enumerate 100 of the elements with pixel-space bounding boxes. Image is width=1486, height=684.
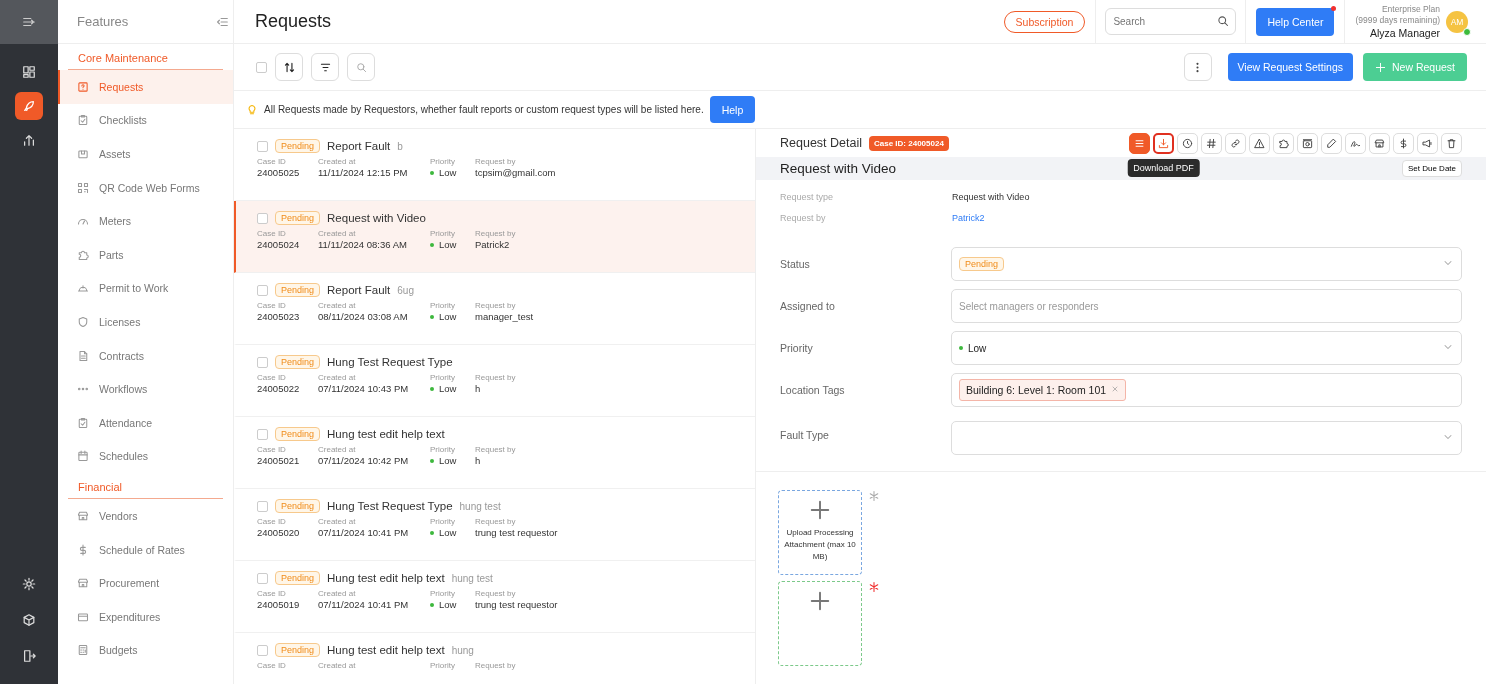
request-subtitle: hung test	[459, 500, 501, 512]
priority-value: Low	[439, 383, 457, 394]
created-date: 11/11/2024 12:15 PM	[318, 167, 409, 178]
help-button[interactable]: Help	[709, 96, 756, 123]
status-badge: Pending	[275, 283, 321, 297]
sidebar-item[interactable]: Procurement	[58, 566, 233, 600]
request-row[interactable]: Pending Hung test edit help text Case ID Created at Priority Request by 24005021 07/11/2024 10:42 PM Low h	[234, 417, 755, 489]
requester: h	[475, 455, 482, 466]
form-label: Assigned to	[780, 300, 836, 312]
request-row[interactable]: Pending Request with Video Case ID Created at Priority Request by 24005024 11/11/2024 08:36 AM Low Patrick2	[234, 201, 755, 273]
field-label: Case ID	[257, 445, 287, 454]
info-label: Request by	[780, 213, 827, 223]
case-id: 24005019	[257, 599, 301, 610]
sidebar-item[interactable]: QR Code Web Forms	[58, 170, 233, 205]
help-center-button[interactable]: Help Center	[1256, 7, 1335, 36]
field-label: Priority	[430, 589, 456, 598]
field-label: Priority	[430, 229, 456, 238]
field-label: Case ID	[257, 229, 287, 238]
form-label: Priority	[780, 342, 814, 354]
case-id: 24005021	[257, 455, 301, 466]
status-badge: Pending	[275, 571, 321, 585]
input-field[interactable]: Select managers or responders	[951, 289, 1462, 323]
status-badge: Pending	[275, 499, 321, 513]
created-date: 07/11/2024 10:41 PM	[318, 527, 410, 538]
sidebar-item[interactable]: Workflows	[58, 372, 233, 406]
requester: trung test requestor	[475, 599, 559, 610]
field-label: Request by	[475, 661, 517, 670]
sidebar-item[interactable]: Meters	[58, 204, 233, 238]
search-field[interactable]: Search	[1105, 8, 1237, 35]
created-date: 07/11/2024 10:43 PM	[318, 383, 410, 394]
field-label: Request by	[475, 157, 517, 166]
input-field[interactable]: Building 6: Level 1: Room 101	[951, 373, 1462, 407]
sidebar-item[interactable]: Checklists	[58, 103, 233, 138]
field-label: Request by	[475, 373, 517, 382]
requester: manager_test	[475, 311, 535, 322]
requester-link[interactable]: Patrick2	[952, 213, 985, 223]
request-row[interactable]: Pending Hung test edit help text hung test Case ID Created at Priority Request by 24005019 07/11/2024 10:41 PM Low trung test requestor	[234, 561, 755, 633]
status-badge: Pending	[275, 643, 321, 657]
priority-value: Low	[439, 455, 457, 466]
field-label: Created at	[318, 301, 357, 310]
form-label: Fault Type	[780, 429, 830, 441]
request-row[interactable]: Pending Hung test edit help text hung Case ID Created at Priority Request by	[234, 633, 755, 684]
subscription-button[interactable]: Subscription	[1003, 10, 1086, 33]
requester: tcpsim@gmail.com	[475, 167, 557, 178]
field-label: Priority	[430, 373, 456, 382]
field-label: Request by	[475, 517, 517, 526]
section-heading: Financial	[68, 473, 223, 500]
request-title: Hung test edit help text	[327, 572, 445, 584]
field-label: Priority	[430, 301, 456, 310]
field-label: Created at	[318, 661, 357, 670]
priority-value: Low	[439, 239, 457, 250]
created-date: 08/11/2024 03:08 AM	[318, 311, 409, 322]
sidebar-item[interactable]: Vendors	[58, 499, 233, 533]
priority-value: Low	[439, 527, 457, 538]
sidebar-item[interactable]: Contracts	[58, 338, 233, 373]
sidebar-item[interactable]: Assets	[58, 137, 233, 171]
request-name: Request with Video	[780, 161, 897, 176]
requester: Patrick2	[475, 239, 511, 250]
request-subtitle: 6ug	[397, 284, 414, 296]
sidebar-item[interactable]: Expenditures	[58, 599, 233, 634]
field-label: Priority	[430, 661, 456, 670]
request-row[interactable]: Pending Hung Test Request Type hung test Case ID Created at Priority Request by 24005020 07/11/2024 10:41 PM Low trung test requestor	[234, 489, 755, 561]
field-label: Priority	[430, 517, 456, 526]
dropdown-field[interactable]: Low	[951, 331, 1462, 365]
case-id: 24005023	[257, 311, 301, 322]
sidebar-item[interactable]: Budgets	[58, 633, 233, 668]
sidebar-item[interactable]: Requests	[58, 70, 233, 104]
set-due-date-button[interactable]: Set Due Date	[1401, 160, 1462, 177]
request-row[interactable]: Pending Hung Test Request Type Case ID Created at Priority Request by 24005022 07/11/2024 10:43 PM Low h	[234, 345, 755, 417]
created-date: 07/11/2024 10:42 PM	[318, 455, 410, 466]
case-id: 24005022	[257, 383, 301, 394]
status-badge: Pending	[275, 355, 321, 369]
page-title: Requests	[255, 11, 333, 32]
user-name: Alyza Manager	[1369, 25, 1440, 40]
request-row[interactable]: Pending Report Fault 6ug Case ID Created at Priority Request by 24005023 08/11/2024 03:08 AM Low manager_test	[234, 273, 755, 345]
request-title: Hung Test Request Type	[327, 356, 453, 368]
sidebar-item[interactable]: Schedule of Rates	[58, 532, 233, 567]
form-label: Status	[780, 258, 811, 270]
sidebar-item[interactable]: Parts	[58, 237, 233, 272]
view-settings-button[interactable]: View Request Settings	[1227, 53, 1353, 81]
field-label: Created at	[318, 157, 357, 166]
requester: trung test requestor	[475, 527, 559, 538]
placeholder-text: Select managers or responders	[959, 300, 1099, 312]
field-label: Case ID	[257, 301, 287, 310]
request-title: Request with Video	[327, 212, 426, 224]
request-subtitle: b	[397, 140, 403, 152]
sidebar-item[interactable]: Schedules	[58, 439, 233, 474]
field-label: Created at	[318, 445, 357, 454]
tag-label: Building 6: Level 1: Room 101	[966, 384, 1107, 396]
field-label: Case ID	[257, 517, 287, 526]
field-label: Request by	[475, 229, 517, 238]
priority-value: Low	[968, 342, 987, 354]
field-label: Request by	[475, 301, 517, 310]
upload-box[interactable]: Upload Processing Attachment (max 10 MB)	[778, 490, 862, 575]
case-id: 24005020	[257, 527, 301, 538]
field-label: Priority	[430, 157, 456, 166]
sidebar-item[interactable]: Attendance	[58, 405, 233, 440]
sidebar-item[interactable]: Permit to Work	[58, 271, 233, 306]
request-title: Report Fault	[327, 284, 391, 296]
sidebar-item[interactable]: Licenses	[58, 305, 233, 339]
